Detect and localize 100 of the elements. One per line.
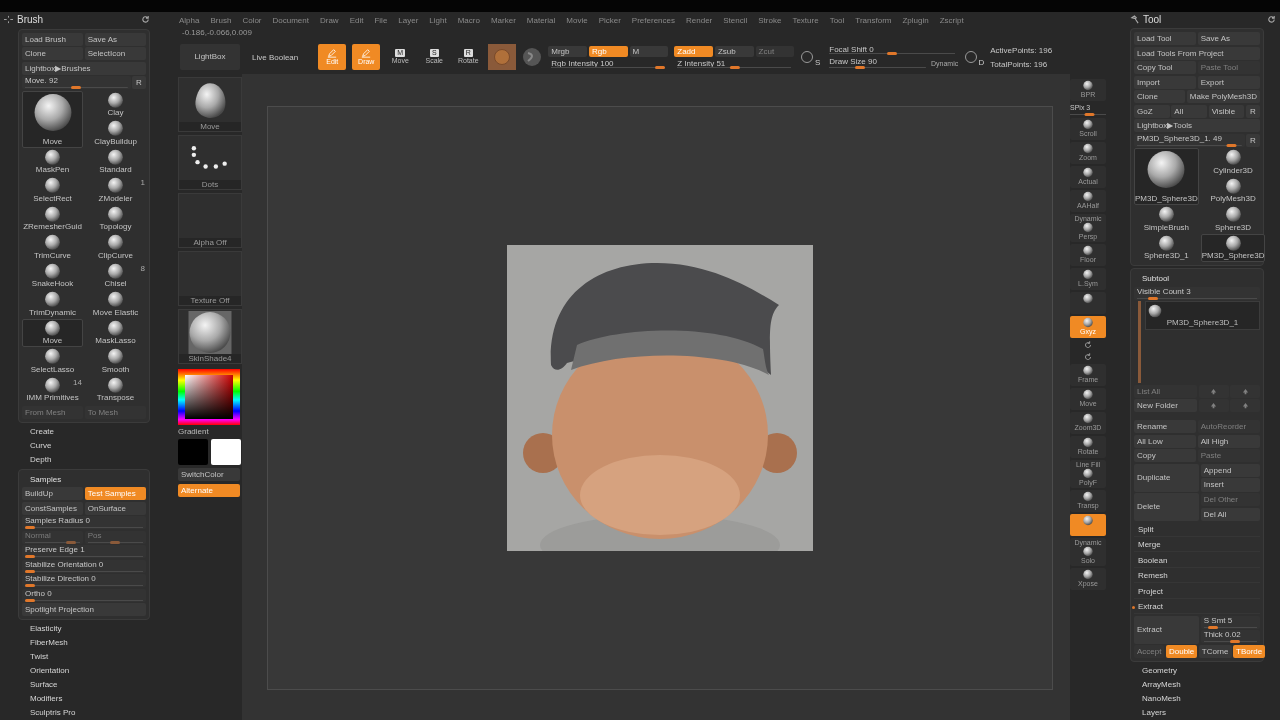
palette-tile[interactable]: SimpleBrush	[1134, 205, 1199, 234]
palette-tile[interactable]: SnakeHook	[22, 261, 83, 290]
palette-tile[interactable]: ClipCurve	[85, 233, 146, 262]
palette-button[interactable]: Export	[1197, 75, 1260, 89]
palette-tile[interactable]: ZRemesherGuid	[22, 204, 83, 233]
menu-item[interactable]: Project	[1134, 584, 1260, 599]
palette-button[interactable]: New Folder	[1134, 399, 1197, 412]
menu-item[interactable]: Movie	[566, 15, 588, 25]
palette-tile[interactable]: PM3D_Sphere3D	[1134, 148, 1199, 205]
palette-button[interactable]: SelectIcon	[84, 47, 146, 60]
menu-item[interactable]: NanoMesh	[1138, 692, 1264, 706]
palette-tile[interactable]: Move Elastic	[85, 290, 146, 319]
palette-button[interactable]: All	[1171, 104, 1208, 118]
menu-item[interactable]: Brush	[210, 15, 232, 25]
menu-item[interactable]: Extract	[1134, 600, 1260, 614]
menu-item[interactable]: Draw	[319, 15, 339, 25]
palette-button[interactable]: Make PolyMesh3D	[1186, 90, 1260, 103]
rotate-icon[interactable]	[1083, 352, 1093, 362]
slider-thumb[interactable]	[1148, 296, 1158, 300]
menu-item[interactable]: Render	[686, 15, 713, 25]
gradient-label[interactable]: Gradient	[178, 427, 242, 436]
slider[interactable]: Move. 92	[22, 76, 131, 89]
hammer-icon[interactable]	[1130, 14, 1139, 24]
palette-tile[interactable]: Move	[22, 90, 83, 148]
color-swatch[interactable]	[178, 439, 208, 465]
channel-button[interactable]: Zsub	[714, 45, 754, 57]
slider-thumb[interactable]	[25, 569, 35, 573]
slider-thumb[interactable]	[730, 65, 741, 69]
slider[interactable]: PM3D_Sphere3D_1. 49	[1134, 133, 1245, 147]
shelf-tile[interactable]: Dots	[178, 135, 242, 190]
palette-tile[interactable]: Standard	[85, 147, 146, 176]
palette-button[interactable]: Copy	[1134, 449, 1197, 462]
material-swatch[interactable]	[488, 44, 517, 70]
menu-item[interactable]: Tool	[829, 15, 845, 25]
slider-thumb[interactable]	[655, 65, 666, 69]
palette-tile[interactable]: ZModeler 1	[85, 176, 146, 205]
palette-button[interactable]: Insert	[1200, 478, 1260, 492]
slider-thumb[interactable]	[71, 86, 82, 89]
palette-button[interactable]: Import	[1134, 75, 1197, 89]
palette-tile[interactable]: TrimCurve	[22, 233, 83, 262]
slider[interactable]: Visible Count 3	[1134, 286, 1260, 300]
palette-tile[interactable]: MaskLasso	[85, 318, 146, 347]
subtool-item[interactable]: PM3D_Sphere3D_1	[1145, 301, 1260, 330]
menu-item[interactable]: Remesh	[1134, 569, 1260, 583]
shelf-tile[interactable]	[1070, 292, 1106, 314]
menu-item[interactable]: Stroke	[758, 15, 782, 25]
palette-button[interactable]: Rename	[1134, 420, 1197, 433]
palette-button[interactable]: OnSurface	[84, 501, 146, 515]
lightbox-button[interactable]: LightBox	[180, 44, 240, 70]
menu-item[interactable]: Picker	[598, 15, 621, 25]
palette-button[interactable]: Spotlight Projection	[22, 603, 146, 616]
document-canvas[interactable]	[267, 106, 1053, 690]
menu-item[interactable]: ArrayMesh	[1138, 678, 1264, 692]
slider-thumb[interactable]	[1229, 640, 1240, 643]
palette-button[interactable]: All High	[1197, 434, 1260, 448]
palette-tile[interactable]: Move	[22, 318, 83, 347]
palette-button[interactable]: Load Tools From Project	[1134, 46, 1260, 60]
refresh-icon[interactable]	[141, 14, 150, 24]
palette-button[interactable]: R	[1246, 104, 1260, 118]
palette-tile[interactable]: PM3D_Sphere3D	[1200, 233, 1266, 262]
palette-button[interactable]: Save As	[84, 32, 146, 46]
palette-tile[interactable]: Chisel 8	[85, 261, 146, 290]
palette-button[interactable]: BuildUp	[22, 487, 84, 500]
shelf-tile[interactable]: SkinShade4	[178, 309, 242, 364]
shelf-tile[interactable]: Texture Off	[178, 251, 242, 306]
palette-tile[interactable]: SelectLasso	[22, 347, 83, 376]
palette-button[interactable]: Duplicate	[1134, 463, 1200, 492]
slider-thumb[interactable]	[25, 555, 35, 558]
palette-tile[interactable]: Topology	[85, 204, 146, 233]
menu-item[interactable]: Boolean	[1134, 553, 1260, 568]
menu-item[interactable]: Transform	[855, 15, 892, 25]
color-picker[interactable]	[178, 369, 240, 425]
rotate-icon[interactable]	[1083, 340, 1093, 350]
menu-item[interactable]: Zscript	[939, 15, 964, 25]
slider[interactable]: Stabilize Orientation 0	[22, 559, 146, 573]
slider[interactable]: S Smt 5	[1200, 615, 1260, 629]
section-title[interactable]: Samples	[22, 472, 146, 486]
palette-tile[interactable]: Clay	[85, 90, 146, 119]
channel-button[interactable]: M	[629, 45, 669, 57]
slider[interactable]: Ortho 0	[22, 588, 146, 602]
live-boolean-button[interactable]: Live Boolean	[246, 51, 305, 63]
menu-item[interactable]: Twist	[26, 650, 150, 664]
shelf-tile[interactable]	[1070, 514, 1106, 536]
slider[interactable]: Focal Shift 0	[826, 45, 959, 55]
slider-thumb[interactable]	[1208, 625, 1219, 629]
menu-item[interactable]: Layer	[398, 15, 419, 25]
reset-button[interactable]: R	[132, 76, 146, 89]
menu-item[interactable]: Material	[526, 15, 556, 25]
menu-item[interactable]: Create	[26, 424, 150, 439]
shelf-tile[interactable]: Move	[178, 77, 242, 132]
palette-tile[interactable]: MaskPen	[22, 147, 83, 176]
menu-item[interactable]: Elasticity	[26, 622, 150, 636]
slider-thumb[interactable]	[855, 66, 866, 69]
palette-button[interactable]: Save As	[1197, 32, 1260, 45]
drag-handle-icon[interactable]	[4, 14, 13, 24]
menu-item[interactable]: Merge	[1134, 538, 1260, 552]
palette-tile[interactable]: TrimDynamic	[22, 290, 83, 319]
palette-button[interactable]: Extract	[1134, 615, 1200, 644]
menu-item[interactable]: FiberMesh	[26, 636, 150, 650]
slider-thumb[interactable]	[1084, 113, 1095, 116]
